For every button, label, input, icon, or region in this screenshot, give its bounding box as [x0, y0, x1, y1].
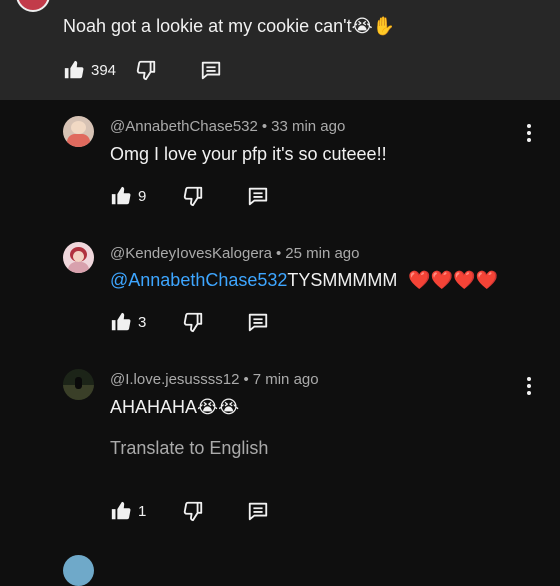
- avatar[interactable]: [63, 369, 94, 400]
- like-count: 3: [138, 313, 147, 331]
- reply-icon: [248, 313, 268, 332]
- dislike-button[interactable]: [182, 184, 204, 208]
- thumb-up-icon: [111, 501, 131, 520]
- comment-emoji: 😭😭: [197, 397, 240, 418]
- comment-body: TYSMMMMM: [287, 270, 398, 290]
- thumb-up-icon: [111, 186, 131, 205]
- reply-icon: [248, 187, 268, 206]
- heart-emojis: ❤️❤️❤️❤️: [408, 270, 499, 291]
- reply-button[interactable]: [247, 499, 269, 523]
- like-button[interactable]: 3: [110, 310, 146, 334]
- author-name[interactable]: @AnnabethChase532: [110, 118, 258, 135]
- thumb-down-icon: [183, 312, 203, 333]
- comment-emoji: 😭✋: [351, 16, 396, 37]
- comment-text: Noah got a lookie at my cookie can't😭✋: [63, 14, 395, 39]
- mention-link[interactable]: @AnnabethChase532: [110, 270, 287, 290]
- avatar[interactable]: [63, 242, 94, 273]
- reply-icon: [201, 61, 221, 80]
- thumb-up-icon: [64, 60, 84, 79]
- dislike-button[interactable]: [182, 310, 204, 334]
- avatar[interactable]: [16, 0, 50, 12]
- reply-icon: [248, 502, 268, 521]
- comment-meta: @AnnabethChase532 • 33 min ago: [110, 118, 346, 135]
- translate-link[interactable]: Translate to English: [110, 438, 268, 459]
- thumb-down-icon: [183, 501, 203, 522]
- avatar[interactable]: [63, 116, 94, 147]
- like-button[interactable]: 1: [110, 499, 146, 523]
- comment-text: @AnnabethChase532TYSMMMMM ❤️❤️❤️❤️: [110, 268, 498, 293]
- like-count: 1: [138, 502, 147, 520]
- dislike-button[interactable]: [135, 58, 157, 82]
- more-vert-icon[interactable]: [525, 377, 533, 397]
- comment-body: AHAHAHA: [110, 397, 198, 417]
- reply-button[interactable]: [247, 310, 269, 334]
- dislike-button[interactable]: [182, 499, 204, 523]
- reply-button[interactable]: [200, 58, 222, 82]
- like-button[interactable]: 9: [110, 184, 146, 208]
- timestamp: 25 min ago: [285, 245, 360, 262]
- like-button[interactable]: 394: [63, 58, 116, 82]
- comment-body: Omg I love your pfp it's so cuteee!!: [110, 144, 387, 164]
- like-count: 9: [138, 187, 147, 205]
- timestamp: 33 min ago: [271, 118, 346, 135]
- timestamp: 7 min ago: [252, 371, 319, 388]
- like-count: 394: [91, 61, 117, 79]
- thumb-down-icon: [136, 60, 156, 81]
- highlighted-comment: Noah got a lookie at my cookie can't😭✋ 3…: [0, 0, 560, 100]
- comment-text: Omg I love your pfp it's so cuteee!!: [110, 142, 387, 166]
- comment-body: Noah got a lookie at my cookie can't: [63, 16, 352, 36]
- author-name[interactable]: @I.love.jesussss12: [110, 371, 239, 388]
- more-vert-icon[interactable]: [525, 124, 533, 144]
- reply-button[interactable]: [247, 184, 269, 208]
- thumb-up-icon: [111, 312, 131, 331]
- comment-meta: @I.love.jesussss12 • 7 min ago: [110, 371, 319, 388]
- comment-meta: @KendeyIovesKalogera • 25 min ago: [110, 245, 360, 262]
- comment-text: AHAHAHA😭😭: [110, 395, 239, 420]
- thumb-down-icon: [183, 186, 203, 207]
- author-name[interactable]: @KendeyIovesKalogera: [110, 245, 272, 262]
